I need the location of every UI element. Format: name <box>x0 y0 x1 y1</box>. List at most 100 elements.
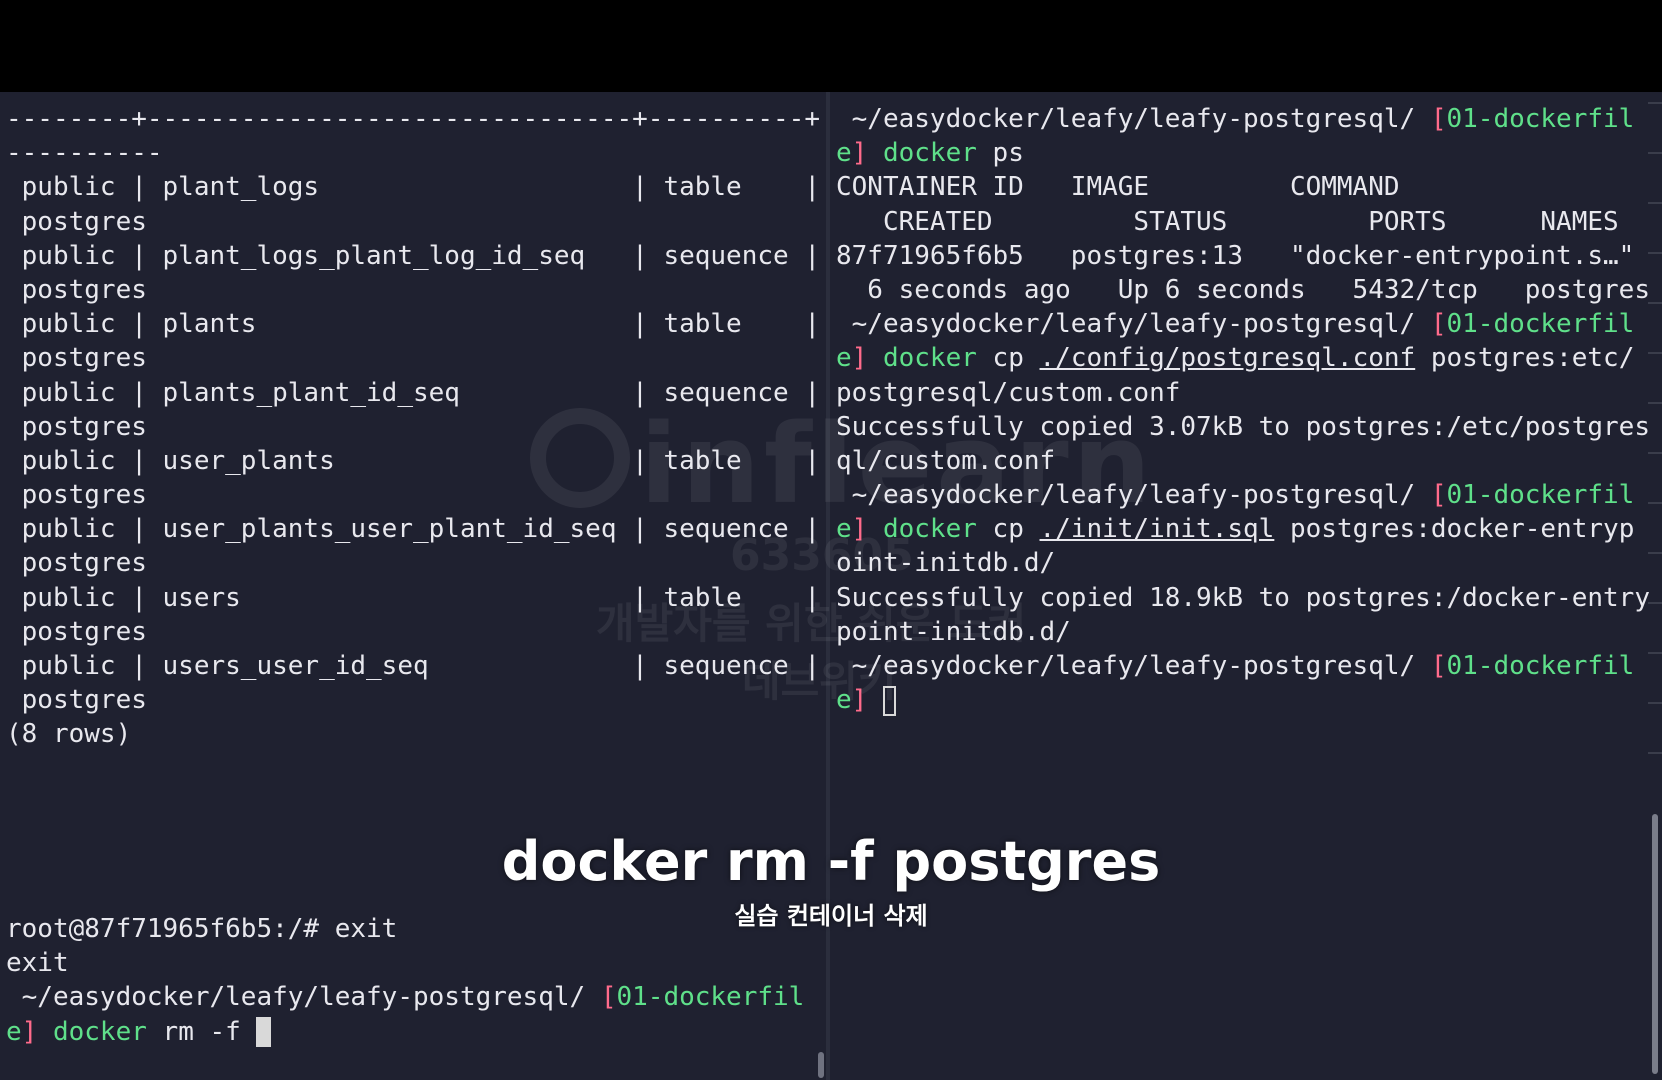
command-wrap-line: oint-initdb.d/ <box>836 548 1056 579</box>
command-name: docker <box>882 138 977 169</box>
left-shell-session: root@87f71965f6b5:/# exit exit ~/easydoc… <box>6 912 804 1049</box>
git-branch: 01-dockerfil <box>1446 104 1635 134</box>
command-wrap-line: postgresql/custom.conf <box>836 377 1181 408</box>
command-name: docker <box>882 514 977 545</box>
ps-row-line: 6 seconds ago Up 6 seconds 5432/tcp post… <box>836 274 1650 305</box>
left-terminal-pane[interactable]: --------+-------------------------------… <box>0 92 826 1080</box>
right-terminal-pane[interactable]: ~/easydocker/leafy/leafy-postgresql/ [01… <box>830 92 1662 1080</box>
text-cursor <box>256 1017 272 1048</box>
branch-open-bracket: [ <box>1430 480 1447 511</box>
output-line: postgres <box>6 274 147 305</box>
scroll-mark <box>1648 452 1662 454</box>
row-count-line: (8 rows) <box>6 719 132 750</box>
output-line: postgres <box>6 548 147 579</box>
shell-prompt-line: ~/easydocker/leafy/leafy-postgresql/ [01… <box>836 307 1650 341</box>
exit-output-line: exit <box>6 948 69 979</box>
command-name: docker <box>882 343 977 374</box>
output-line: point-initdb.d/ <box>836 616 1071 647</box>
git-branch: 01-dockerfil <box>1446 651 1635 681</box>
ps-row-line: 87f71965f6b5 postgres:13 "docker-entrypo… <box>836 240 1635 271</box>
command-args: cp <box>976 514 1040 545</box>
ps-header-line: CREATED STATUS PORTS NAMES <box>836 206 1619 237</box>
ps-header-line: CONTAINER ID IMAGE COMMAND <box>836 172 1400 203</box>
shell-prompt-line: ~/easydocker/leafy/leafy-postgresql/ [01… <box>836 649 1650 683</box>
scroll-mark <box>1648 352 1662 354</box>
scroll-mark <box>1648 552 1662 554</box>
git-branch-wrap: e <box>836 138 852 169</box>
command-line: e] docker ps <box>836 136 1650 170</box>
command-name: docker <box>52 1016 147 1047</box>
scroll-mark <box>1648 302 1662 304</box>
output-line: public | users_user_id_seq | sequence | <box>6 651 820 681</box>
command-args: ps <box>976 138 1024 169</box>
scroll-mark <box>1648 152 1662 154</box>
file-path-link[interactable]: ./config/postgresql.conf <box>1040 343 1416 373</box>
scroll-mark <box>1648 202 1662 204</box>
prompt-path: ~/easydocker/leafy/leafy-postgresql/ <box>836 480 1431 511</box>
prompt-path: ~/easydocker/leafy/leafy-postgresql/ <box>6 982 601 1013</box>
output-line: public | user_plants | table | <box>6 445 820 476</box>
output-line: public | user_plants_user_plant_id_seq |… <box>6 514 820 545</box>
scroll-mark <box>1648 652 1662 654</box>
output-line: public | plants_plant_id_seq | sequence … <box>6 377 820 408</box>
prompt-path: ~/easydocker/leafy/leafy-postgresql/ <box>836 651 1431 681</box>
scroll-mark <box>1648 102 1662 104</box>
git-branch-wrap: e <box>836 514 852 545</box>
output-line: public | plant_logs_plant_log_id_seq | s… <box>6 240 820 271</box>
caption-command: docker rm -f postgres <box>501 830 1161 893</box>
output-line: postgres <box>6 411 147 442</box>
output-line: postgres <box>6 480 147 511</box>
output-line: postgres <box>6 343 147 374</box>
git-branch-wrap: e <box>836 343 852 374</box>
branch-close-bracket: ] <box>851 685 868 716</box>
scroll-mark <box>1648 602 1662 604</box>
command-args: postgres:docker-entryp <box>1274 514 1635 545</box>
prompt-path: ~/easydocker/leafy/leafy-postgresql/ <box>836 309 1431 340</box>
command-input-line[interactable]: e] <box>836 683 1650 717</box>
left-scrollbar[interactable] <box>818 1052 824 1078</box>
command-args: rm -f <box>146 1016 257 1047</box>
file-path-link[interactable]: ./init/init.sql <box>1040 514 1275 544</box>
output-line: postgres <box>6 206 147 237</box>
command-args: postgres:etc/ <box>1415 343 1635 374</box>
shell-prompt-line: ~/easydocker/leafy/leafy-postgresql/ [01… <box>836 102 1650 136</box>
prompt-path: ~/easydocker/leafy/leafy-postgresql/ <box>836 104 1431 134</box>
output-line: public | users | table | <box>6 582 820 613</box>
right-shell-session: ~/easydocker/leafy/leafy-postgresql/ [01… <box>836 102 1650 717</box>
psql-table-output: --------+-------------------------------… <box>6 102 820 752</box>
output-line: public | plants | table | <box>6 309 820 340</box>
branch-open-bracket: [ <box>1430 651 1447 681</box>
output-line: postgres <box>6 685 147 716</box>
git-branch: 01-dockerfil <box>1446 309 1635 340</box>
shell-prompt-line: ~/easydocker/leafy/leafy-postgresql/ [01… <box>836 478 1650 512</box>
branch-close-bracket: ] <box>851 343 868 374</box>
git-branch: 01-dockerfil <box>1446 480 1635 511</box>
branch-close-bracket: ] <box>21 1016 38 1047</box>
shell-prompt-line: ~/easydocker/leafy/leafy-postgresql/ [01… <box>6 980 805 1014</box>
output-line: postgres <box>6 616 147 647</box>
scroll-mark <box>1648 502 1662 504</box>
command-args: cp <box>976 343 1040 374</box>
branch-open-bracket: [ <box>1430 309 1447 340</box>
git-branch-wrap: e <box>6 1016 22 1047</box>
branch-open-bracket: [ <box>1430 104 1447 134</box>
output-line: Successfully copied 18.9kB to postgres:/… <box>836 582 1650 613</box>
branch-close-bracket: ] <box>851 514 868 545</box>
output-line: Successfully copied 3.07kB to postgres:/… <box>836 411 1650 442</box>
scroll-mark <box>1648 702 1662 704</box>
command-input-line[interactable]: e] docker rm -f <box>6 1015 804 1049</box>
output-line: ---------- <box>6 138 163 169</box>
scroll-mark <box>1648 252 1662 254</box>
git-branch-wrap: e <box>836 685 852 716</box>
top-black-bar <box>0 0 1662 92</box>
branch-open-bracket: [ <box>600 982 617 1013</box>
text-cursor <box>882 685 896 716</box>
command-line: e] docker cp ./config/postgresql.conf po… <box>836 341 1650 375</box>
output-line: --------+-------------------------------… <box>6 104 820 134</box>
scroll-mark <box>1648 402 1662 404</box>
scroll-mark <box>1648 752 1662 754</box>
git-branch: 01-dockerfil <box>616 982 805 1013</box>
caption-subtitle: 실습 컨테이너 삭제 <box>734 902 928 930</box>
output-line: ql/custom.conf <box>836 445 1056 476</box>
command-line: e] docker cp ./init/init.sql postgres:do… <box>836 512 1650 546</box>
